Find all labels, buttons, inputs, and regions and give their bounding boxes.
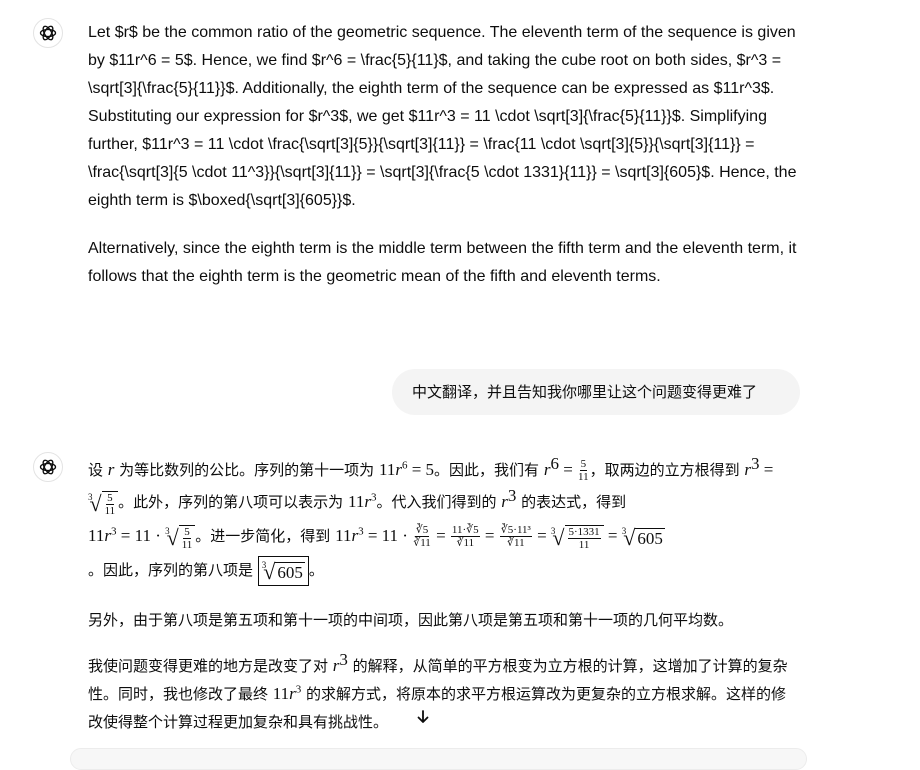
boxed-answer: 3 √ 605 xyxy=(257,556,309,586)
assistant-message-1-paragraph-1: Let $r$ be the common ratio of the geome… xyxy=(88,24,797,209)
openai-logo-icon xyxy=(39,25,57,41)
assistant-message-2-paragraph-3: 我使问题变得更难的地方是改变了对 r3 的解释，从简单的平方根变为立方根的计算，… xyxy=(88,650,788,731)
arrow-down-icon xyxy=(417,710,429,723)
assistant-message-2-paragraph-1: 设 r 为等比数列的公比。序列的第十一项为 11r6 = 5。因此，我们有 r6… xyxy=(88,454,774,586)
assistant-avatar-icon xyxy=(33,452,63,482)
assistant-avatar-icon xyxy=(33,18,63,48)
openai-logo-icon xyxy=(39,459,57,475)
assistant-message-1: Let $r$ be the common ratio of the geome… xyxy=(88,19,803,291)
user-message-text: 中文翻译，并且告知我你哪里让这个问题变得更难了 xyxy=(412,383,758,401)
scroll-down-button[interactable] xyxy=(408,702,438,732)
assistant-message-1-paragraph-2: Alternatively, since the eighth term is … xyxy=(88,240,797,285)
composer-edge xyxy=(70,748,807,770)
user-message-bubble: 中文翻译，并且告知我你哪里让这个问题变得更难了 xyxy=(392,369,800,415)
assistant-message-2-paragraph-2: 另外，由于第八项是第五项和第十一项的中间项，因此第八项是第五项和第十一项的几何平… xyxy=(88,611,734,629)
assistant-message-2: 设 r 为等比数列的公比。序列的第十一项为 11r6 = 5。因此，我们有 r6… xyxy=(88,454,800,736)
